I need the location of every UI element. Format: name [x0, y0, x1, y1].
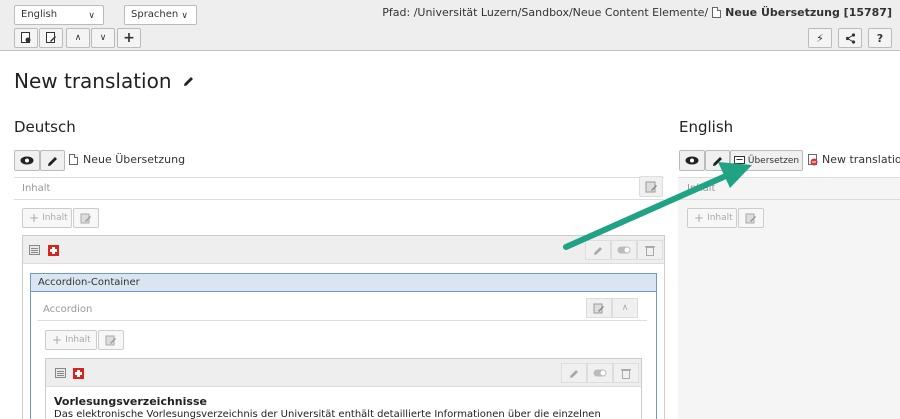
annotation-arrow — [563, 162, 752, 250]
